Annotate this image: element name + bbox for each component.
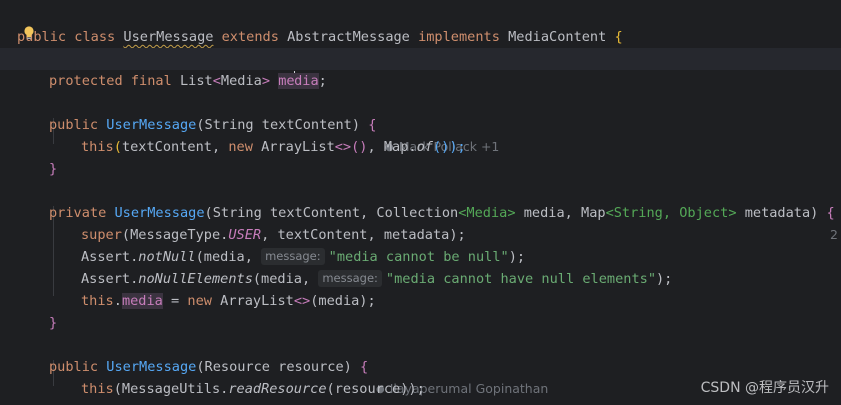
code-line[interactable]: } <box>0 290 841 331</box>
brace: } <box>49 400 57 405</box>
code-line[interactable]: this(textContent, new ArrayList<>(), Map… <box>0 114 841 155</box>
code-line[interactable]: this(MessageUtils.readResource(resource)… <box>0 356 841 397</box>
field-name-part[interactable]: me <box>278 73 295 89</box>
keyword: final <box>130 73 172 89</box>
keyword: implements <box>418 29 500 45</box>
keyword: class <box>74 29 116 45</box>
code-line-class-declaration[interactable]: public class UserMessage extends Abstrac… <box>0 4 841 66</box>
type-name: Media <box>220 73 262 89</box>
keyword: extends <box>221 29 279 45</box>
brace: } <box>49 161 58 177</box>
code-line-constructor-2[interactable]: private UserMessage(String textContent, … <box>0 180 841 242</box>
parent-class[interactable]: AbstractMessage <box>287 29 410 45</box>
code-line-constructor-1[interactable]: public UserMessage(String textContent) {… <box>0 92 841 154</box>
code-editor[interactable]: public class UserMessage extends Abstrac… <box>0 0 841 405</box>
field-name-part[interactable]: dia <box>294 73 319 89</box>
interface-name[interactable]: MediaContent <box>508 29 606 45</box>
lightbulb-icon[interactable] <box>22 25 36 41</box>
code-line-constructor-3[interactable]: public UserMessage(Resource resource) { … <box>0 334 841 396</box>
code-line[interactable]: } <box>0 136 841 177</box>
type-name: List <box>179 73 213 89</box>
watermark: CSDN @程序员汉升 <box>700 380 829 396</box>
semicolon: ; <box>318 73 327 89</box>
generic-close: > <box>261 73 271 89</box>
code-line[interactable]: super(MessageType.USER, textContent, met… <box>0 202 841 243</box>
code-line[interactable]: Assert.noNullElements(media, message: "me… <box>0 246 841 287</box>
brace: { <box>614 29 623 45</box>
class-name[interactable]: UserMessage <box>123 29 213 45</box>
code-line-field[interactable]: protected final List<Media> media; <box>0 48 841 89</box>
keyword: protected <box>49 73 123 89</box>
code-line[interactable]: this.media = new ArrayList<>(media); <box>0 268 841 309</box>
brace: } <box>49 315 58 331</box>
generic-open: < <box>212 73 221 89</box>
code-line[interactable]: Assert.notNull(media, message: "media can… <box>0 224 841 265</box>
